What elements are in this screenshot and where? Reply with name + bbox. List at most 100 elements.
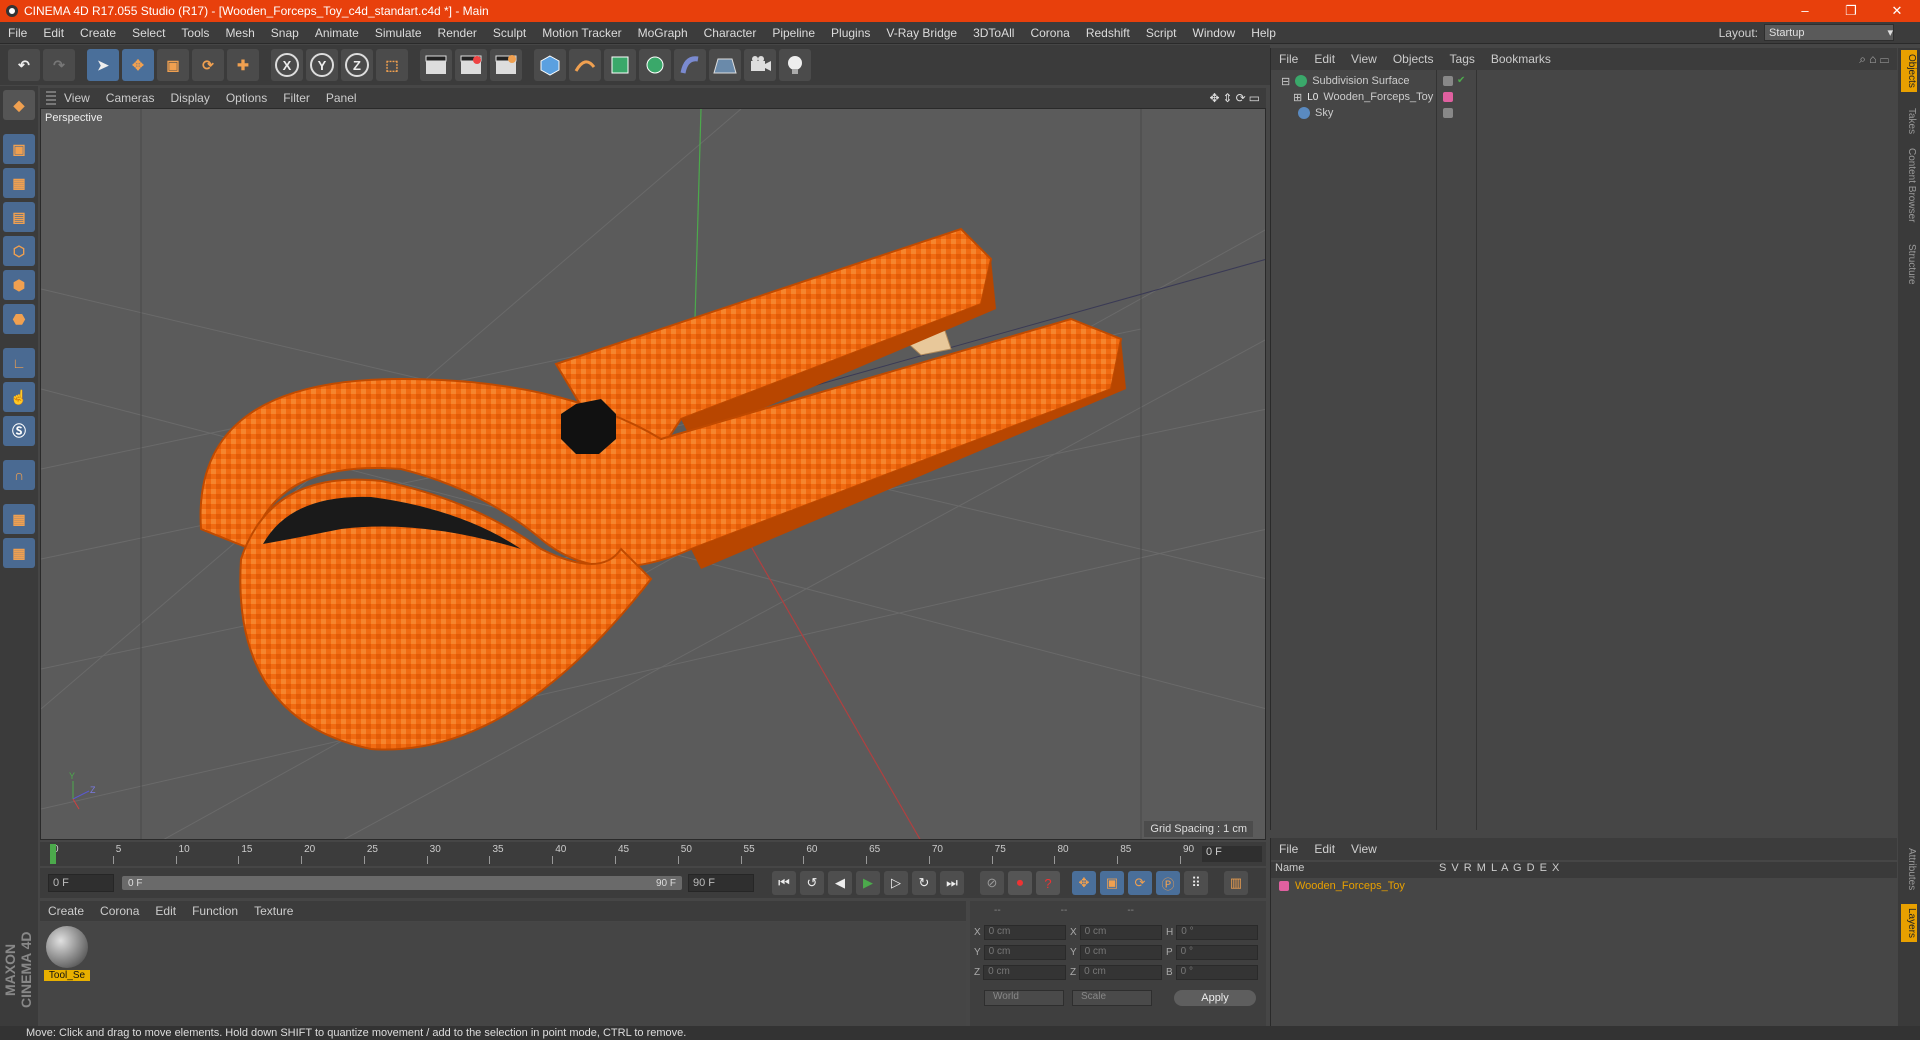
menu-script[interactable]: Script [1138,26,1185,40]
position-x-field[interactable]: 0 cm [983,925,1066,940]
size-x-field[interactable]: 0 cm [1079,925,1162,940]
menu-3dtoall[interactable]: 3DToAll [965,26,1022,40]
material-tag-icon[interactable] [1443,92,1453,102]
viewport-menu-cameras[interactable]: Cameras [98,91,163,105]
viewport-maximize-icon[interactable]: ▭ [1249,91,1260,105]
objects-menu-tags[interactable]: Tags [1442,52,1483,66]
menu-mesh[interactable]: Mesh [217,26,262,40]
minimize-button[interactable]: – [1782,3,1828,19]
material-menu-edit[interactable]: Edit [147,904,184,918]
key-parameter-icon[interactable]: Ⓟ [1156,871,1180,895]
key-pla-icon[interactable]: ⠿ [1184,871,1208,895]
tab-structure[interactable]: Structure [1901,240,1917,289]
render-picture-viewer-icon[interactable] [455,49,487,81]
edges-mode-icon[interactable]: ⬢ [3,270,35,300]
workplane-lock-icon[interactable]: ▦ [3,504,35,534]
last-tool-button[interactable]: ✚ [227,49,259,81]
material-menu-function[interactable]: Function [184,904,246,918]
size-z-field[interactable]: 0 cm [1079,965,1162,980]
playhead-marker[interactable] [50,844,56,864]
rotation-b-field[interactable]: 0 ° [1175,965,1258,980]
next-key-icon[interactable]: ↻ [912,871,936,895]
previous-key-icon[interactable]: ↺ [800,871,824,895]
menu-tools[interactable]: Tools [173,26,217,40]
start-frame-field[interactable]: 0 F [48,874,114,892]
timeline-ruler[interactable]: 051015202530354045505560657075808590 [50,842,1200,866]
rotation-p-field[interactable]: 0 ° [1175,945,1258,960]
key-rotation-icon[interactable]: ⟳ [1128,871,1152,895]
rotation-h-field[interactable]: 0 ° [1176,925,1258,940]
menu-pipeline[interactable]: Pipeline [764,26,823,40]
points-mode-icon[interactable]: ⬡ [3,236,35,266]
close-button[interactable]: ✕ [1874,3,1920,19]
model-mode-icon[interactable]: ▣ [3,134,35,164]
search-icon[interactable]: ⌕ ⌂ ▭ [1859,52,1897,67]
menu-render[interactable]: Render [430,26,485,40]
undo-button[interactable]: ↶ [8,49,40,81]
menu-motion-tracker[interactable]: Motion Tracker [534,26,629,40]
menu-create[interactable]: Create [72,26,124,40]
render-view-icon[interactable] [420,49,452,81]
menu-sculpt[interactable]: Sculpt [485,26,534,40]
restore-button[interactable]: ❐ [1828,3,1874,19]
visibility-toggle-icon[interactable] [1443,76,1453,86]
viewport-menu-view[interactable]: View [56,91,98,105]
autokey-icon[interactable]: ⏺ [1008,871,1032,895]
rotate-tool-button[interactable]: ⟳ [192,49,224,81]
polygons-mode-icon[interactable]: ⬣ [3,304,35,334]
tab-takes[interactable]: Takes [1901,104,1917,138]
menu-corona[interactable]: Corona [1022,26,1077,40]
play-icon[interactable]: ▶ [856,871,880,895]
objects-menu-bookmarks[interactable]: Bookmarks [1483,52,1559,66]
tweak-mode-icon[interactable]: ☝ [3,382,35,412]
viewport-move-icon[interactable]: ✥ [1209,91,1219,105]
layers-menu-edit[interactable]: Edit [1306,842,1343,856]
object-row-sky[interactable]: Sky [1281,104,1333,122]
grid-snap-icon[interactable]: ▦ [3,538,35,568]
move-tool-button[interactable]: ✥ [122,49,154,81]
next-frame-icon[interactable]: ▷ [884,871,908,895]
menu-simulate[interactable]: Simulate [367,26,430,40]
menu-plugins[interactable]: Plugins [823,26,878,40]
floor-icon[interactable] [709,49,741,81]
coordinate-space-dropdown[interactable]: World [984,990,1064,1006]
go-to-start-icon[interactable]: ⏮ [772,871,796,895]
viewport-rotate-icon[interactable]: ⟳ [1236,91,1246,105]
menu-mograph[interactable]: MoGraph [630,26,696,40]
objects-menu-edit[interactable]: Edit [1306,52,1343,66]
visibility-toggle-icon[interactable] [1443,108,1453,118]
timeline-window-icon[interactable]: ▥ [1224,871,1248,895]
key-position-icon[interactable]: ✥ [1072,871,1096,895]
axis-mode-icon[interactable]: ∟ [3,348,35,378]
tab-attributes[interactable]: Attributes [1901,844,1917,894]
layout-dropdown[interactable]: Startup ▾ [1764,24,1894,41]
expand-icon[interactable]: ⊞ [1293,91,1302,104]
menu-help[interactable]: Help [1243,26,1284,40]
solo-mode-icon[interactable]: Ⓢ [3,416,35,446]
frame-range-slider[interactable]: 0 F 90 F [122,876,682,890]
menu-window[interactable]: Window [1185,26,1244,40]
position-z-field[interactable]: 0 cm [983,965,1066,980]
workplane-mode-icon[interactable]: ▤ [3,202,35,232]
texture-mode-icon[interactable]: ▦ [3,168,35,198]
menu-animate[interactable]: Animate [307,26,367,40]
viewport-menu-filter[interactable]: Filter [275,91,318,105]
objects-menu-objects[interactable]: Objects [1385,52,1442,66]
menu-edit[interactable]: Edit [35,26,72,40]
x-axis-lock-button[interactable]: X [271,49,303,81]
menu-redshift[interactable]: Redshift [1078,26,1138,40]
viewport-menu-display[interactable]: Display [162,91,217,105]
previous-frame-icon[interactable]: ◀ [828,871,852,895]
light-icon[interactable] [779,49,811,81]
perspective-viewport[interactable]: Y Z Perspective Grid Spacing : 1 cm [40,108,1266,840]
material-menu-corona[interactable]: Corona [92,904,147,918]
scale-tool-button[interactable]: ▣ [157,49,189,81]
viewport-menu-panel[interactable]: Panel [318,91,365,105]
record-keys-icon[interactable]: ⊘ [980,871,1004,895]
viewport-menu-options[interactable]: Options [218,91,275,105]
cube-object-icon[interactable] [534,49,566,81]
y-axis-lock-button[interactable]: Y [306,49,338,81]
pen-spline-icon[interactable] [569,49,601,81]
apply-button[interactable]: Apply [1174,990,1256,1006]
material-menu-create[interactable]: Create [40,904,92,918]
